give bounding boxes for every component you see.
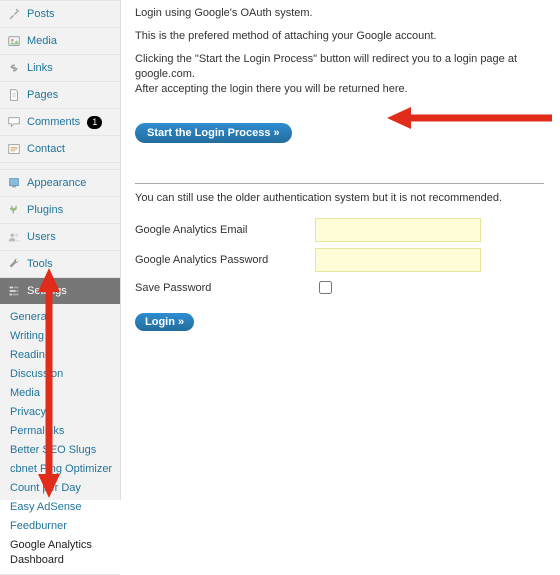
sidebar-item-links[interactable]: Links <box>0 55 120 81</box>
pin-icon <box>6 6 22 22</box>
sub-cbnet-ping[interactable]: cbnet Ping Optimizer <box>0 460 120 479</box>
admin-sidebar: Posts Media Links Pages Comments1 Contac… <box>0 0 120 500</box>
sidebar-item-tools[interactable]: Tools <box>0 251 120 277</box>
ga-password-input[interactable] <box>315 248 481 272</box>
link-icon <box>6 60 22 76</box>
sub-discussion[interactable]: Discussion <box>0 365 120 384</box>
sidebar-item-pages[interactable]: Pages <box>0 82 120 108</box>
media-icon <box>6 33 22 49</box>
plugins-icon <box>6 202 22 218</box>
sidebar-item-contact[interactable]: Contact <box>0 136 120 162</box>
oauth-line3: After accepting the login there you will… <box>135 82 544 97</box>
sub-easy-adsense[interactable]: Easy AdSense <box>0 498 120 517</box>
settings-icon <box>6 283 22 299</box>
sidebar-item-users[interactable]: Users <box>0 224 120 250</box>
users-icon <box>6 229 22 245</box>
comment-count-badge: 1 <box>87 116 102 129</box>
main-content: Login using Google's OAuth system. This … <box>120 0 560 500</box>
ga-email-input[interactable] <box>315 218 481 242</box>
comments-icon <box>6 114 22 130</box>
oauth-heading: Login using Google's OAuth system. <box>135 6 544 21</box>
oauth-line1: This is the prefered method of attaching… <box>135 29 544 44</box>
sub-general[interactable]: General <box>0 308 120 327</box>
label-email: Google Analytics Email <box>135 224 315 236</box>
start-login-button[interactable]: Start the Login Process » <box>135 123 292 143</box>
sub-ga-dashboard[interactable]: Google Analytics Dashboard <box>0 536 120 570</box>
oauth-line2: Clicking the "Start the Login Process" b… <box>135 52 544 82</box>
sidebar-item-comments[interactable]: Comments1 <box>0 109 120 135</box>
sub-privacy[interactable]: Privacy <box>0 403 120 422</box>
save-password-checkbox[interactable] <box>319 281 332 294</box>
appearance-icon <box>6 175 22 191</box>
login-button[interactable]: Login » <box>135 313 194 331</box>
contact-icon <box>6 141 22 157</box>
sidebar-item-appearance[interactable]: Appearance <box>0 170 120 196</box>
sub-permalinks[interactable]: Permalinks <box>0 422 120 441</box>
tools-icon <box>6 256 22 272</box>
legacy-auth-hint: You can still use the older authenticati… <box>135 192 544 204</box>
label-save-password: Save Password <box>135 282 315 294</box>
page-icon <box>6 87 22 103</box>
section-divider <box>135 183 544 184</box>
sub-count-per-day[interactable]: Count per Day <box>0 479 120 498</box>
sub-writing[interactable]: Writing <box>0 327 120 346</box>
oauth-section: Login using Google's OAuth system. This … <box>135 6 544 97</box>
sidebar-item-settings[interactable]: Settings <box>0 278 120 304</box>
label-password: Google Analytics Password <box>135 254 315 266</box>
sub-better-seo-slugs[interactable]: Better SEO Slugs <box>0 441 120 460</box>
sub-media[interactable]: Media <box>0 384 120 403</box>
sidebar-item-plugins[interactable]: Plugins <box>0 197 120 223</box>
sidebar-item-media[interactable]: Media <box>0 28 120 54</box>
sidebar-item-posts[interactable]: Posts <box>0 1 120 27</box>
sub-reading[interactable]: Reading <box>0 346 120 365</box>
sub-feedburner[interactable]: Feedburner <box>0 517 120 536</box>
